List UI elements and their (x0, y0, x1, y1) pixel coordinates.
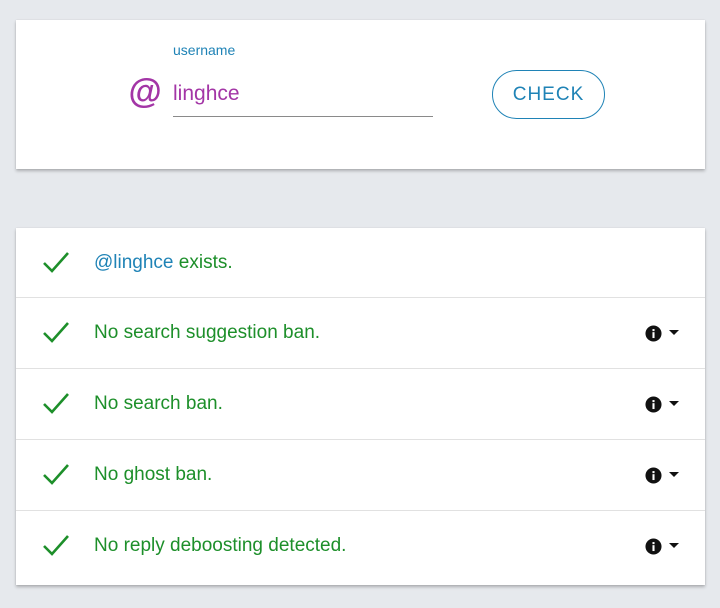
result-text: No reply deboosting detected. (94, 535, 347, 556)
result-row-search-suggestion-ban: No search suggestion ban. (16, 298, 705, 369)
check-icon (43, 464, 69, 485)
details-toggle[interactable] (645, 323, 679, 343)
result-text: No search suggestion ban. (94, 322, 321, 343)
info-icon[interactable] (645, 395, 662, 413)
details-toggle[interactable] (645, 536, 679, 556)
check-icon (43, 322, 69, 343)
result-text: No search ban. (94, 393, 223, 414)
details-toggle[interactable] (645, 465, 679, 485)
caret-down-icon[interactable] (669, 401, 679, 407)
username-handle: @linghce (94, 252, 174, 273)
at-sign-icon: @ (128, 73, 162, 111)
result-text: @linghce exists. (94, 252, 233, 273)
check-icon (43, 535, 69, 556)
username-label: username (173, 42, 236, 58)
check-icon (43, 393, 69, 414)
search-card: @ username CHECK (16, 20, 705, 169)
result-row-reply-deboosting: No reply deboosting detected. (16, 511, 705, 582)
result-row-search-ban: No search ban. (16, 369, 705, 440)
caret-down-icon[interactable] (669, 543, 679, 549)
result-row-exists: @linghce exists. (16, 228, 705, 298)
check-icon (43, 252, 69, 273)
check-button[interactable]: CHECK (492, 70, 605, 119)
result-row-ghost-ban: No ghost ban. (16, 440, 705, 511)
username-input[interactable] (173, 72, 433, 117)
info-icon[interactable] (645, 537, 662, 555)
results-card: @linghce exists. No search suggestion ba… (16, 228, 705, 585)
caret-down-icon[interactable] (669, 472, 679, 478)
info-icon[interactable] (645, 466, 662, 484)
result-text: No ghost ban. (94, 464, 213, 485)
details-toggle[interactable] (645, 394, 679, 414)
caret-down-icon[interactable] (669, 330, 679, 336)
info-icon[interactable] (645, 324, 662, 342)
